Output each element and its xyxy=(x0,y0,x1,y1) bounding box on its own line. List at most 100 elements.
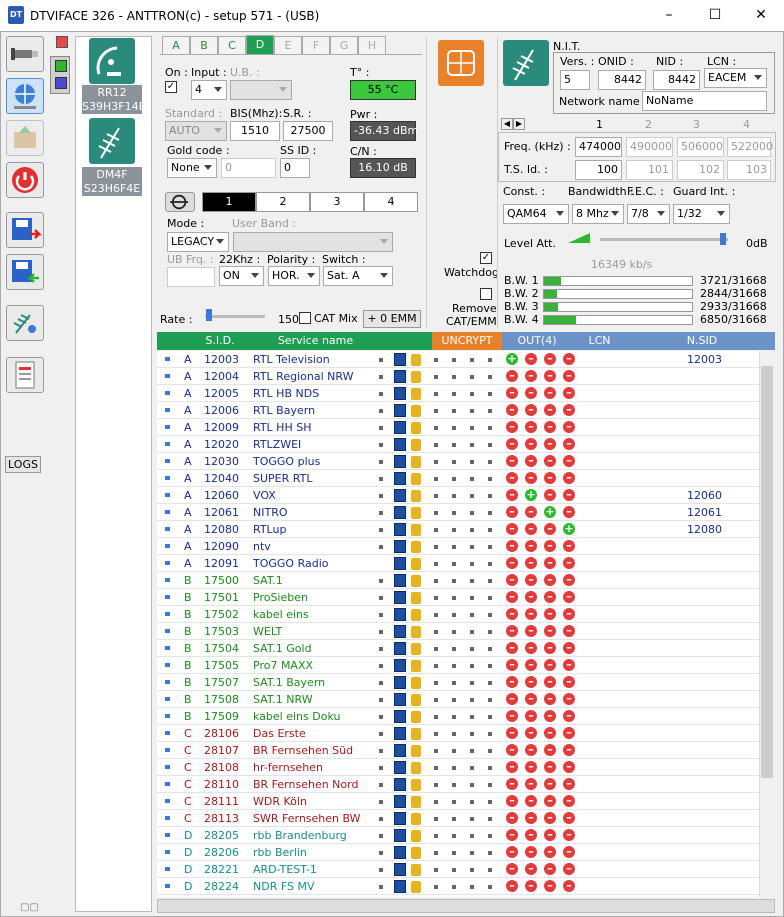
minus-output-icon[interactable]: – xyxy=(506,676,518,688)
minus-output-icon[interactable]: – xyxy=(563,574,575,586)
prev-mux-button[interactable]: ◀ xyxy=(501,118,513,130)
minus-output-icon[interactable]: – xyxy=(525,608,537,620)
switch-select[interactable]: Sat. A xyxy=(323,266,393,286)
blue-indicator[interactable] xyxy=(55,77,67,89)
minus-output-icon[interactable]: – xyxy=(544,574,556,586)
lock-icon[interactable] xyxy=(411,745,421,757)
emm-button[interactable]: + 0 EMM xyxy=(363,310,421,328)
lock-icon[interactable] xyxy=(411,456,421,468)
film-icon[interactable] xyxy=(394,353,406,366)
minus-output-icon[interactable]: – xyxy=(563,880,575,892)
minus-output-icon[interactable]: – xyxy=(544,761,556,773)
table-row[interactable]: B 17509 kabel eins Doku – – – – xyxy=(157,708,759,725)
minus-output-icon[interactable]: – xyxy=(525,574,537,586)
close-button[interactable]: ✕ xyxy=(738,0,784,31)
minus-output-icon[interactable]: – xyxy=(544,693,556,705)
lock-icon[interactable] xyxy=(411,371,421,383)
lock-icon[interactable] xyxy=(411,864,421,876)
minus-output-icon[interactable]: – xyxy=(563,404,575,416)
ub-select[interactable] xyxy=(230,80,292,100)
minus-output-icon[interactable]: – xyxy=(544,710,556,722)
film-icon[interactable] xyxy=(394,659,406,672)
user-band-select[interactable] xyxy=(233,232,393,252)
logs-button[interactable]: LOGS xyxy=(5,456,41,473)
film-icon[interactable] xyxy=(394,421,406,434)
lock-icon[interactable] xyxy=(411,779,421,791)
minus-output-icon[interactable]: – xyxy=(506,506,518,518)
rate-slider-track[interactable] xyxy=(205,315,265,318)
polarity-select[interactable]: HOR. xyxy=(268,266,320,286)
lock-icon[interactable] xyxy=(411,575,421,587)
lock-icon[interactable] xyxy=(411,711,421,723)
tab-g[interactable]: G xyxy=(330,36,358,54)
antenna-scan-button[interactable] xyxy=(6,305,44,341)
minus-output-icon[interactable]: – xyxy=(506,540,518,552)
lock-icon[interactable] xyxy=(411,354,421,366)
table-row[interactable]: A 12005 RTL HB NDS – – – – xyxy=(157,385,759,402)
minus-output-icon[interactable]: – xyxy=(525,727,537,739)
minus-output-icon[interactable]: – xyxy=(563,829,575,841)
freq-2-input[interactable]: 490000 xyxy=(626,137,673,157)
lock-icon[interactable] xyxy=(411,422,421,434)
minus-output-icon[interactable]: – xyxy=(544,489,556,501)
minus-output-icon[interactable]: – xyxy=(544,540,556,552)
minus-output-icon[interactable]: – xyxy=(544,404,556,416)
minus-output-icon[interactable]: – xyxy=(525,438,537,450)
bis-input[interactable]: 1510 xyxy=(230,121,280,141)
film-icon[interactable] xyxy=(394,829,406,842)
guard-select[interactable]: 1/32 xyxy=(673,204,730,224)
chip-card-button[interactable] xyxy=(438,40,484,86)
minus-output-icon[interactable]: – xyxy=(544,421,556,433)
out-header[interactable]: OUT(4) xyxy=(507,332,567,350)
green-indicator[interactable] xyxy=(55,60,67,72)
table-row[interactable]: B 17502 kabel eins – – – – xyxy=(157,606,759,623)
minus-output-icon[interactable]: – xyxy=(563,625,575,637)
minus-output-icon[interactable]: – xyxy=(506,778,518,790)
film-icon[interactable] xyxy=(394,642,406,655)
lock-icon[interactable] xyxy=(411,439,421,451)
gold-code-select[interactable]: None xyxy=(167,158,217,178)
minus-output-icon[interactable]: – xyxy=(544,863,556,875)
film-icon[interactable] xyxy=(394,846,406,859)
lock-icon[interactable] xyxy=(411,796,421,808)
22khz-select[interactable]: ON xyxy=(219,266,264,286)
minus-output-icon[interactable]: – xyxy=(563,863,575,875)
minus-output-icon[interactable]: – xyxy=(563,353,575,365)
lock-icon[interactable] xyxy=(411,541,421,553)
minus-output-icon[interactable]: – xyxy=(544,659,556,671)
minus-output-icon[interactable]: – xyxy=(563,778,575,790)
minus-output-icon[interactable]: – xyxy=(506,812,518,824)
minus-output-icon[interactable]: – xyxy=(563,438,575,450)
next-mux-button[interactable]: ▶ xyxy=(513,118,525,130)
minus-output-icon[interactable]: – xyxy=(506,574,518,586)
table-row[interactable]: A 12003 RTL Television + – – –12003 xyxy=(157,351,759,368)
lock-icon[interactable] xyxy=(411,728,421,740)
minus-output-icon[interactable]: – xyxy=(506,710,518,722)
minus-output-icon[interactable]: – xyxy=(525,693,537,705)
minus-output-icon[interactable]: – xyxy=(544,523,556,535)
freq-4-input[interactable]: 522000 xyxy=(727,137,773,157)
minus-output-icon[interactable]: – xyxy=(506,744,518,756)
minus-output-icon[interactable]: – xyxy=(563,455,575,467)
lnb-segment-2[interactable]: 2 xyxy=(256,192,310,212)
film-icon[interactable] xyxy=(394,438,406,451)
report-button[interactable] xyxy=(6,357,44,393)
minus-output-icon[interactable]: – xyxy=(544,880,556,892)
lock-icon[interactable] xyxy=(411,388,421,400)
table-row[interactable]: C 28110 BR Fernsehen Nord – – – – xyxy=(157,776,759,793)
table-row[interactable]: A 12030 TOGGO plus – – – – xyxy=(157,453,759,470)
sr-input[interactable]: 27500 xyxy=(283,121,333,141)
lnb-segment-3[interactable]: 3 xyxy=(310,192,364,212)
table-row[interactable]: D 28205 rbb Brandenburg – – – – xyxy=(157,827,759,844)
minus-output-icon[interactable]: – xyxy=(563,591,575,603)
minus-output-icon[interactable]: – xyxy=(506,523,518,535)
minus-output-icon[interactable]: – xyxy=(563,608,575,620)
minus-output-icon[interactable]: – xyxy=(563,642,575,654)
minimize-button[interactable]: – xyxy=(646,0,692,31)
minus-output-icon[interactable]: – xyxy=(506,863,518,875)
film-icon[interactable] xyxy=(394,778,406,791)
minus-output-icon[interactable]: – xyxy=(544,557,556,569)
minus-output-icon[interactable]: – xyxy=(544,829,556,841)
standard-select[interactable]: AUTO xyxy=(165,121,227,141)
horizontal-scrollbar[interactable] xyxy=(157,899,775,913)
